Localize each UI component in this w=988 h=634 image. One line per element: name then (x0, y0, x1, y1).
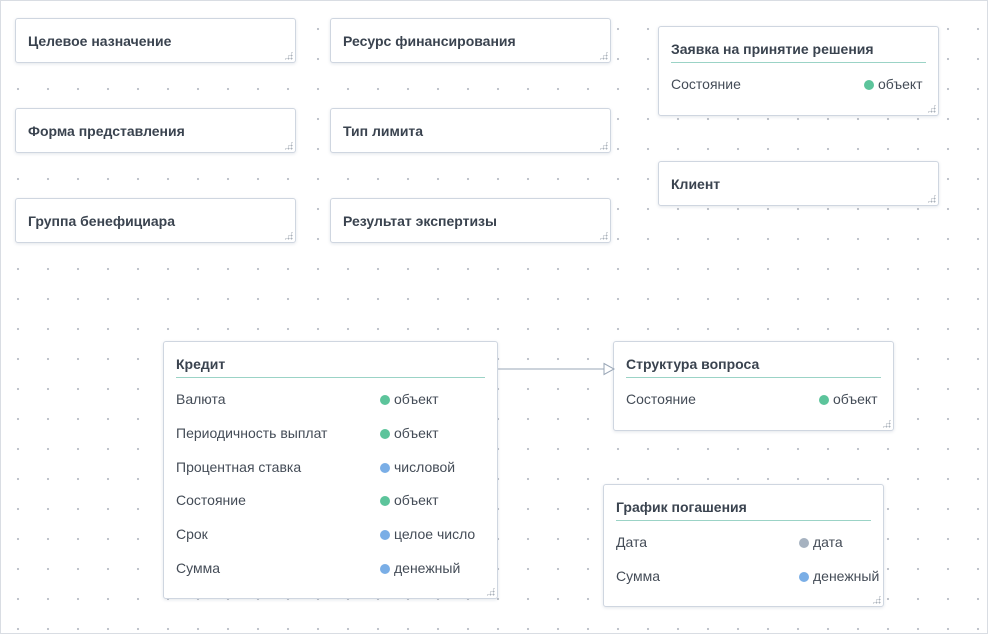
arrowhead-icon (603, 362, 616, 376)
edges-layer (498, 362, 616, 376)
diagram-canvas[interactable]: Целевое назначение Ресурс финансирования… (0, 0, 988, 634)
